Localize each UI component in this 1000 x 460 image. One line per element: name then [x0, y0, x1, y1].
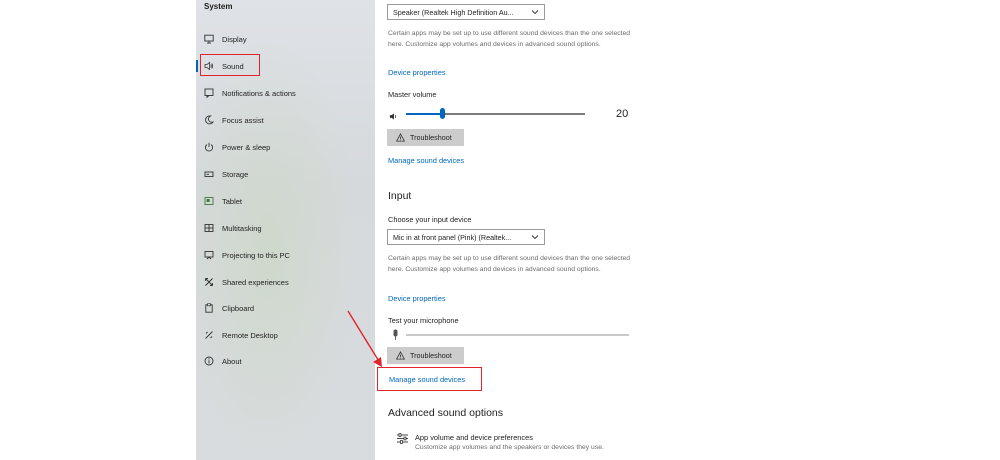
shared-icon — [204, 277, 214, 287]
sidebar-item-label: Notifications & actions — [222, 88, 296, 98]
master-volume-label: Master volume — [388, 90, 437, 99]
choose-input-label: Choose your input device — [388, 215, 472, 224]
sidebar-item-label: Focus assist — [222, 115, 264, 125]
notification-icon — [204, 88, 214, 98]
sidebar-item-label: Shared experiences — [222, 277, 289, 287]
input-device-dropdown[interactable]: Mic in at front panel (Pink) (Realtek... — [387, 229, 545, 245]
sidebar-item-label: Projecting to this PC — [222, 250, 290, 260]
app-volume-preferences-link[interactable]: App volume and device preferences — [415, 433, 533, 442]
sidebar-item-power-sleep[interactable]: Power & sleep — [196, 137, 375, 157]
equalizer-icon — [396, 432, 409, 445]
sidebar-item-focus-assist[interactable]: Focus assist — [196, 110, 375, 130]
master-volume-slider-thumb[interactable] — [440, 108, 445, 119]
microphone-icon — [392, 328, 399, 340]
sidebar-item-notifications[interactable]: Notifications & actions — [196, 83, 375, 103]
sidebar-item-label: Storage — [222, 169, 249, 179]
highlight-manage-devices-box — [377, 367, 482, 391]
sidebar-item-label: Power & sleep — [222, 142, 271, 152]
output-device-value: Speaker (Realtek High Definition Au... — [393, 7, 514, 17]
advanced-sound-heading: Advanced sound options — [388, 407, 504, 419]
info-icon — [204, 356, 214, 366]
sidebar-item-display[interactable]: Display — [196, 29, 375, 49]
annotation-arrow — [347, 310, 382, 367]
input-troubleshoot-label: Troubleshoot — [410, 351, 452, 360]
test-microphone-label: Test your microphone — [388, 316, 459, 325]
sidebar-item-storage[interactable]: Storage — [196, 164, 375, 184]
input-device-value: Mic in at front panel (Pink) (Realtek... — [393, 232, 512, 242]
microphone-level-meter — [406, 334, 629, 336]
sidebar-title: System — [204, 2, 233, 11]
moon-icon — [204, 115, 214, 125]
master-volume-value: 20 — [616, 108, 629, 120]
output-troubleshoot-label: Troubleshoot — [410, 133, 452, 142]
input-heading: Input — [388, 190, 412, 202]
sidebar-item-multitasking[interactable]: Multitasking — [196, 218, 375, 238]
clipboard-icon — [204, 303, 214, 313]
output-device-note: Certain apps may be set up to use differ… — [388, 30, 631, 48]
projecting-icon — [204, 250, 214, 260]
settings-sidebar: System Display Sound Notifications & act… — [196, 0, 375, 460]
monitor-icon — [204, 34, 214, 44]
tablet-icon — [204, 196, 214, 206]
input-troubleshoot-button[interactable]: Troubleshoot — [387, 347, 464, 364]
chevron-down-icon — [531, 235, 539, 240]
sidebar-item-projecting[interactable]: Projecting to this PC — [196, 245, 375, 265]
output-device-dropdown[interactable]: Speaker (Realtek High Definition Au... — [387, 4, 545, 20]
highlight-sound-box — [200, 54, 260, 76]
input-device-properties-link[interactable]: Device properties — [388, 294, 446, 303]
volume-speaker-icon — [389, 108, 398, 120]
sidebar-item-label: Clipboard — [222, 303, 255, 313]
storage-icon — [204, 169, 214, 179]
power-icon — [204, 142, 214, 152]
sidebar-item-label: Tablet — [222, 196, 243, 206]
sidebar-item-label: Display — [222, 34, 247, 44]
sound-settings-panel: Speaker (Realtek High Definition Au... C… — [375, 0, 1000, 460]
sidebar-item-label: About — [222, 356, 242, 366]
sidebar-item-shared-experiences[interactable]: Shared experiences — [196, 272, 375, 292]
output-device-properties-link[interactable]: Device properties — [388, 68, 446, 77]
master-volume-fill — [406, 113, 442, 115]
sidebar-item-label: Multitasking — [222, 223, 262, 233]
warning-icon — [396, 133, 405, 142]
output-manage-sound-devices-link[interactable]: Manage sound devices — [388, 156, 464, 165]
remote-desktop-icon — [204, 330, 214, 340]
sidebar-item-tablet[interactable]: Tablet — [196, 191, 375, 211]
input-device-note: Certain apps may be set up to use differ… — [388, 255, 631, 273]
output-troubleshoot-button[interactable]: Troubleshoot — [387, 129, 464, 146]
warning-icon — [396, 351, 405, 360]
chevron-down-icon — [531, 10, 539, 15]
app-volume-preferences-desc: Customize app volumes and the speakers o… — [415, 444, 604, 451]
sidebar-item-label: Remote Desktop — [222, 330, 278, 340]
multitasking-icon — [204, 223, 214, 233]
